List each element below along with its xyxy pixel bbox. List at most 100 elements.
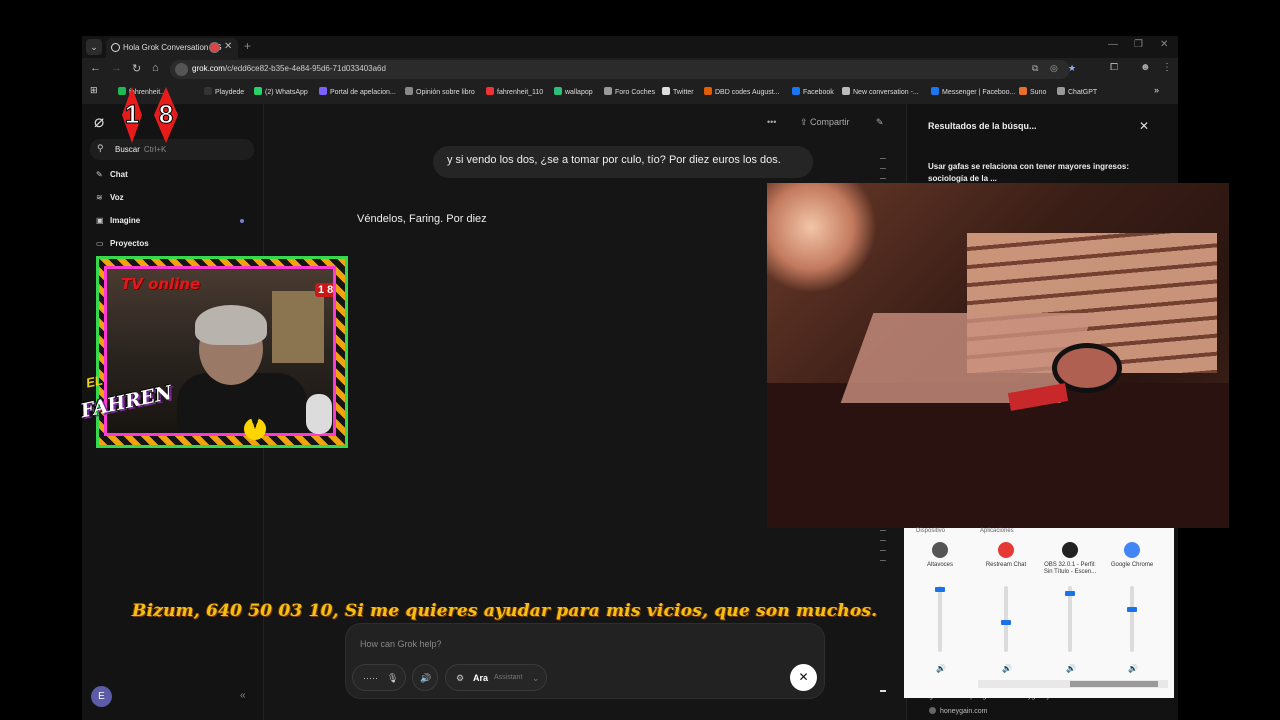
bookmark-item[interactable]: Portal de apelacion...: [319, 87, 396, 96]
bookmark-item[interactable]: DBD codes August...: [704, 87, 780, 96]
volume-slider-thumb[interactable]: [1127, 607, 1137, 613]
bookmark-label: Twitter: [673, 89, 694, 96]
speaker-icon[interactable]: 🔊: [1066, 664, 1076, 673]
extensions-icon[interactable]: ⧠: [1110, 62, 1118, 73]
mini-18-badge: 18: [315, 283, 333, 297]
bookmark-item[interactable]: Opinión sobre libro: [405, 87, 475, 96]
sidebar-item-voz[interactable]: ≋ Voz: [96, 193, 124, 202]
grok-favicon-icon: [111, 43, 120, 52]
source-favicon-icon: [929, 707, 936, 714]
close-panel-icon[interactable]: ✕: [1139, 119, 1149, 133]
url-path: /c/edd6ce82-b35e-4e84-95d6-71d033403a6d: [224, 64, 386, 73]
search-icon: ⚲: [97, 143, 104, 153]
bookmark-item[interactable]: Twitter: [662, 87, 694, 96]
forward-icon[interactable]: →: [111, 62, 122, 74]
voice-select[interactable]: ⚙ Ara Assistant ⌄: [445, 664, 547, 691]
volume-slider[interactable]: [938, 586, 942, 652]
bookmark-label: Portal de apelacion...: [330, 89, 396, 96]
bookmark-item[interactable]: wallapop: [554, 87, 593, 96]
bookmark-favicon-icon: [254, 87, 262, 95]
bookmark-item[interactable]: (2) WhatsApp: [254, 87, 308, 96]
bookmark-item[interactable]: Playdede: [204, 87, 244, 96]
apps-grid-icon[interactable]: ⊞: [90, 85, 98, 96]
sidebar-item-label: Chat: [110, 170, 128, 179]
tab-grok[interactable]: Hola Grok Conversation - G ✕: [106, 38, 238, 58]
back-icon[interactable]: ←: [90, 62, 101, 74]
voice-role: Assistant: [494, 674, 523, 681]
volume-slider-thumb[interactable]: [1001, 620, 1011, 626]
sidebar-item-chat[interactable]: ✎ Chat: [96, 170, 128, 179]
app-icon: [1062, 542, 1078, 558]
home-icon[interactable]: ⌂: [152, 62, 159, 74]
bookmark-item[interactable]: Facebook: [792, 87, 834, 96]
microphone-icon: 🎙: [387, 673, 399, 683]
bookmark-item[interactable]: Messenger | Faceboo...: [931, 87, 1015, 96]
new-tab-icon[interactable]: +: [244, 39, 251, 53]
star-icon[interactable]: ★: [1068, 63, 1076, 74]
bookmark-item[interactable]: Suno: [1019, 87, 1046, 96]
maximize-icon[interactable]: ❐: [1134, 39, 1143, 50]
bookmark-favicon-icon: [704, 87, 712, 95]
bookmark-label: Suno: [1030, 89, 1047, 96]
channel-name: Google Chrome: [1110, 562, 1154, 568]
reload-icon[interactable]: ↻: [132, 62, 141, 75]
tab-search-icon[interactable]: ⌄: [86, 39, 102, 55]
sidebar-item-imagine[interactable]: ▣ Imagine: [96, 216, 140, 225]
search-result[interactable]: Usar gafas se relaciona con tener mayore…: [928, 161, 1148, 185]
new-chat-icon[interactable]: ✎: [876, 117, 884, 128]
eye-off-icon[interactable]: ◎: [1050, 63, 1058, 74]
volume-slider[interactable]: [1130, 586, 1134, 652]
recording-icon: [210, 43, 219, 52]
speaker-button[interactable]: 🔊: [412, 664, 438, 691]
site-info-icon[interactable]: [175, 63, 188, 76]
screen: ⌄ Hola Grok Conversation - G ✕ + — ❐ ✕ ←…: [0, 0, 1280, 720]
astronaut-icon: [306, 394, 332, 434]
bookmark-favicon-icon: [604, 87, 612, 95]
bookmark-favicon-icon: [931, 87, 939, 95]
scrollbar-thumb[interactable]: [1070, 681, 1158, 687]
person-hair: [195, 305, 267, 345]
pacman-icon: [244, 418, 266, 440]
badge-digit-1: 1: [125, 99, 139, 129]
bookmark-item[interactable]: Foro Coches: [604, 87, 655, 96]
volume-slider[interactable]: [1004, 586, 1008, 652]
bookmark-label: Playdede: [215, 89, 245, 96]
bizum-banner: Bizum, 640 50 03 10, Si me quieres ayuda…: [132, 601, 878, 621]
mixer-scrollbar[interactable]: [978, 680, 1168, 688]
install-icon[interactable]: ⧉: [1032, 63, 1038, 74]
minimize-icon[interactable]: —: [1108, 39, 1118, 50]
bookmark-item[interactable]: ChatGPT: [1057, 87, 1097, 96]
sidebar-item-proyectos[interactable]: ▭ Proyectos: [96, 239, 149, 248]
share-button[interactable]: ⇪ Compartir: [800, 117, 850, 128]
bookmark-item[interactable]: New conversation -...: [842, 87, 919, 96]
bookmark-item[interactable]: fahrenheit_110: [486, 87, 543, 96]
close-tab-icon[interactable]: ✕: [224, 41, 232, 52]
address-bar[interactable]: grok.com/c/edd6ce82-b35e-4e84-95d6-71d03…: [170, 60, 1076, 79]
url-text: grok.com/c/edd6ce82-b35e-4e84-95d6-71d03…: [192, 64, 386, 73]
menu-icon[interactable]: ⋮: [1162, 62, 1172, 73]
speaker-icon[interactable]: 🔊: [1002, 664, 1012, 673]
grok-logo-icon[interactable]: ⌀: [94, 112, 104, 132]
close-window-icon[interactable]: ✕: [1160, 39, 1168, 50]
volume-slider-thumb[interactable]: [1065, 590, 1075, 596]
avatar[interactable]: E: [91, 686, 112, 707]
assistant-message: Véndelos, Faring. Por diez: [357, 213, 487, 225]
dictate-button[interactable]: ····· 🎙: [352, 664, 406, 691]
age-18-badge: 1 8: [122, 87, 178, 143]
volume-slider[interactable]: [1068, 586, 1072, 652]
speaker-icon[interactable]: 🔊: [936, 664, 946, 673]
speaker-icon[interactable]: 🔊: [1128, 664, 1138, 673]
search-result-source[interactable]: honeygain.com: [929, 707, 987, 715]
collapse-sidebar-icon[interactable]: «: [240, 690, 246, 701]
end-voice-button[interactable]: ✕: [790, 664, 817, 691]
search-label: Buscar: [115, 145, 140, 154]
app-icon: [998, 542, 1014, 558]
new-indicator-dot: [240, 219, 244, 223]
more-bookmarks-icon[interactable]: »: [1154, 85, 1159, 95]
bookmark-favicon-icon: [405, 87, 413, 95]
bookmark-favicon-icon: [842, 87, 850, 95]
volume-slider-thumb[interactable]: [935, 587, 945, 593]
profile-icon[interactable]: ☻: [1140, 62, 1151, 73]
composer[interactable]: How can Grok help? ····· 🎙 🔊 ⚙ Ara Assist…: [345, 623, 825, 699]
more-options-icon[interactable]: •••: [767, 117, 776, 127]
